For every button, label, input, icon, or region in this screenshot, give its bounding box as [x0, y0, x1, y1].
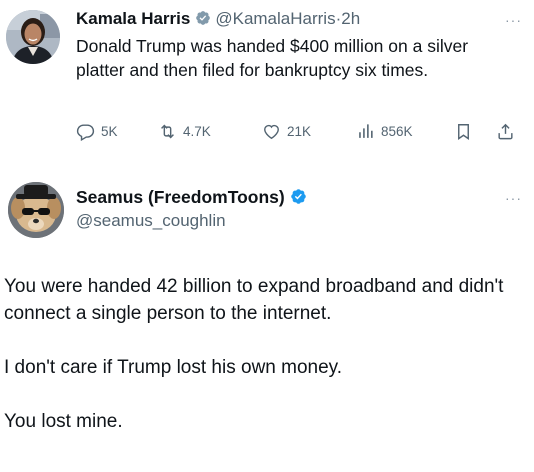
reply-button[interactable]: 5K: [76, 122, 118, 141]
tweet-paragraph: I don't care if Trump lost his own money…: [4, 357, 343, 378]
tweet-paragraph: You were handed 42 billion to expand bro…: [4, 276, 504, 324]
tweet-seamus[interactable]: Seamus (FreedomToons) @seamus_coughlin ·…: [0, 170, 534, 472]
share-button[interactable]: [496, 122, 521, 141]
retweet-count: 4.7K: [183, 124, 211, 139]
author-name[interactable]: Kamala Harris: [76, 9, 190, 28]
more-options-icon[interactable]: ···: [505, 12, 522, 28]
share-icon: [498, 123, 513, 140]
reply-icon: [76, 124, 95, 141]
tweet-text: You were handed 42 billion to expand bro…: [4, 273, 530, 435]
more-options-icon[interactable]: ···: [505, 190, 522, 206]
bookmark-button[interactable]: [454, 122, 479, 141]
reply-count: 5K: [101, 124, 118, 139]
bookmark-icon: [458, 124, 469, 140]
retweet-button[interactable]: 4.7K: [158, 122, 211, 141]
tweet-kamala[interactable]: Kamala Harris @KamalaHarris·2h ··· Donald…: [0, 0, 534, 164]
views-button[interactable]: 856K: [356, 122, 413, 141]
tweet-time[interactable]: 2h: [341, 9, 360, 28]
avatar-seamus-image: [8, 182, 64, 238]
author-handle[interactable]: @seamus_coughlin: [76, 210, 226, 232]
like-count: 21K: [287, 124, 312, 139]
avatar-kamala-image: [6, 10, 60, 64]
author-name-line: Seamus (FreedomToons): [76, 186, 307, 208]
avatar-seamus[interactable]: [8, 182, 64, 238]
tweet-paragraph: You lost mine.: [4, 411, 123, 432]
tweet-text: Donald Trump was handed $400 million on …: [76, 36, 469, 80]
screenshot: Kamala Harris @KamalaHarris·2h ··· Donald…: [0, 0, 534, 472]
tweet-header: Kamala Harris @KamalaHarris·2h: [76, 8, 360, 30]
avatar-kamala[interactable]: [6, 10, 60, 64]
tweet-actions: 5K 4.7K 21K 856K: [76, 122, 522, 144]
author-handle[interactable]: @KamalaHarris: [215, 9, 335, 28]
views-icon: [359, 124, 373, 138]
author-name[interactable]: Seamus (FreedomToons): [76, 187, 285, 207]
like-button[interactable]: 21K: [262, 122, 311, 141]
retweet-icon: [161, 124, 174, 139]
verified-badge-icon: [195, 10, 211, 26]
like-icon: [264, 124, 279, 140]
verified-badge-icon: [290, 188, 307, 205]
views-count: 856K: [381, 124, 413, 139]
